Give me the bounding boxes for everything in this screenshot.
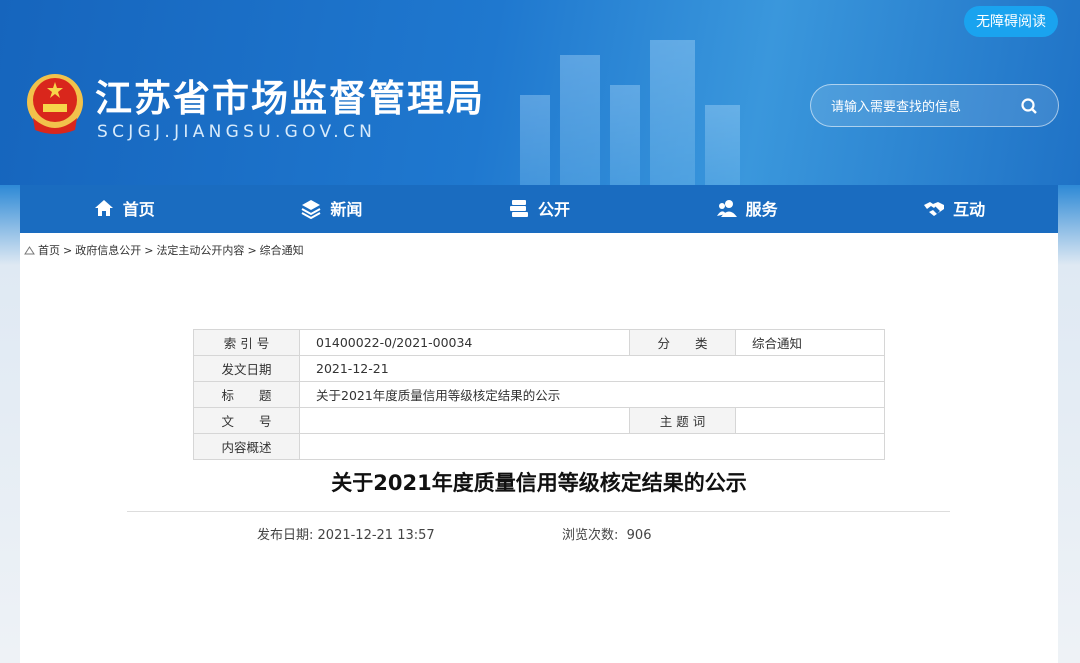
city-skyline-decoration bbox=[500, 40, 760, 185]
title-label: 标 题 bbox=[193, 381, 300, 408]
layers-icon bbox=[301, 199, 321, 219]
category-label: 分 类 bbox=[629, 329, 736, 356]
nav-service[interactable]: 服务 bbox=[643, 182, 851, 233]
info-table: 索 引 号 01400022-0/2021-00034 分 类综合通知 发文日期 20… bbox=[193, 329, 885, 460]
nav-public[interactable]: 公开 bbox=[435, 182, 643, 233]
view-count: 浏览次数: 906 bbox=[562, 528, 652, 543]
search-placeholder: 请输入需要查找的信息 bbox=[831, 100, 962, 115]
date-value: 2021-12-21 bbox=[299, 355, 885, 382]
index-value: 01400022-0/2021-00034 bbox=[299, 329, 630, 356]
site-title: 江苏省市场监督管理局 bbox=[95, 77, 485, 120]
table-row: 标 题关于2021年度质量信用等级核定结果的公示 bbox=[193, 381, 885, 408]
keyword-label: 主 题 词 bbox=[629, 407, 736, 434]
publish-date: 发布日期: 2021-12-21 13:57 bbox=[257, 528, 435, 543]
accessibility-reading-button[interactable]: 无障碍阅读 bbox=[964, 6, 1058, 37]
breadcrumb: 首页 > 政府信息公开 > 法定主动公开内容 > 综合通知 bbox=[24, 242, 304, 258]
content-panel: 首页 > 政府信息公开 > 法定主动公开内容 > 综合通知 索 引 号 01400022… bbox=[20, 233, 1058, 663]
home-icon bbox=[24, 246, 35, 255]
table-row: 发文日期 2021-12-21 bbox=[193, 355, 885, 382]
article-title: 关于2021年度质量信用等级核定结果的公示 bbox=[331, 471, 747, 495]
date-label: 发文日期 bbox=[193, 355, 300, 382]
home-icon bbox=[94, 199, 113, 216]
site-url: SCJGJ.JIANGSU.GOV.CN bbox=[97, 122, 377, 142]
breadcrumb-gov-info[interactable]: 政府信息公开 bbox=[75, 242, 141, 258]
table-row: 内容概述 bbox=[193, 433, 885, 460]
summary-label: 内容概述 bbox=[193, 433, 300, 460]
search-icon[interactable] bbox=[1020, 97, 1038, 115]
divider bbox=[127, 511, 950, 512]
title-value: 关于2021年度质量信用等级核定结果的公示 bbox=[299, 381, 885, 408]
nav-interaction[interactable]: 互动 bbox=[850, 182, 1058, 233]
breadcrumb-general-notice[interactable]: 综合通知 bbox=[260, 242, 304, 258]
docno-value bbox=[299, 407, 630, 434]
main-nav: 首页 新闻 公开 服务 互动 bbox=[20, 185, 1058, 233]
site-header: 江苏省市场监督管理局 SCJGJ.JIANGSU.GOV.CN 无障碍阅读 请输… bbox=[0, 0, 1080, 185]
nav-news[interactable]: 新闻 bbox=[228, 182, 436, 233]
handshake-icon bbox=[924, 201, 945, 216]
nav-home[interactable]: 首页 bbox=[20, 182, 228, 233]
people-icon bbox=[716, 199, 737, 217]
index-label: 索 引 号 bbox=[193, 329, 300, 356]
breadcrumb-home[interactable]: 首页 bbox=[38, 242, 60, 258]
search-input[interactable]: 请输入需要查找的信息 bbox=[810, 84, 1059, 127]
summary-value bbox=[299, 433, 885, 460]
table-row: 文 号主 题 词 bbox=[193, 407, 885, 434]
national-emblem-icon bbox=[27, 74, 83, 134]
breadcrumb-statutory[interactable]: 法定主动公开内容 bbox=[156, 242, 244, 258]
docno-label: 文 号 bbox=[193, 407, 300, 434]
keyword-value bbox=[735, 407, 885, 434]
books-icon bbox=[509, 199, 528, 217]
table-row: 索 引 号 01400022-0/2021-00034 分 类综合通知 bbox=[193, 329, 885, 356]
category-value: 综合通知 bbox=[735, 329, 885, 356]
